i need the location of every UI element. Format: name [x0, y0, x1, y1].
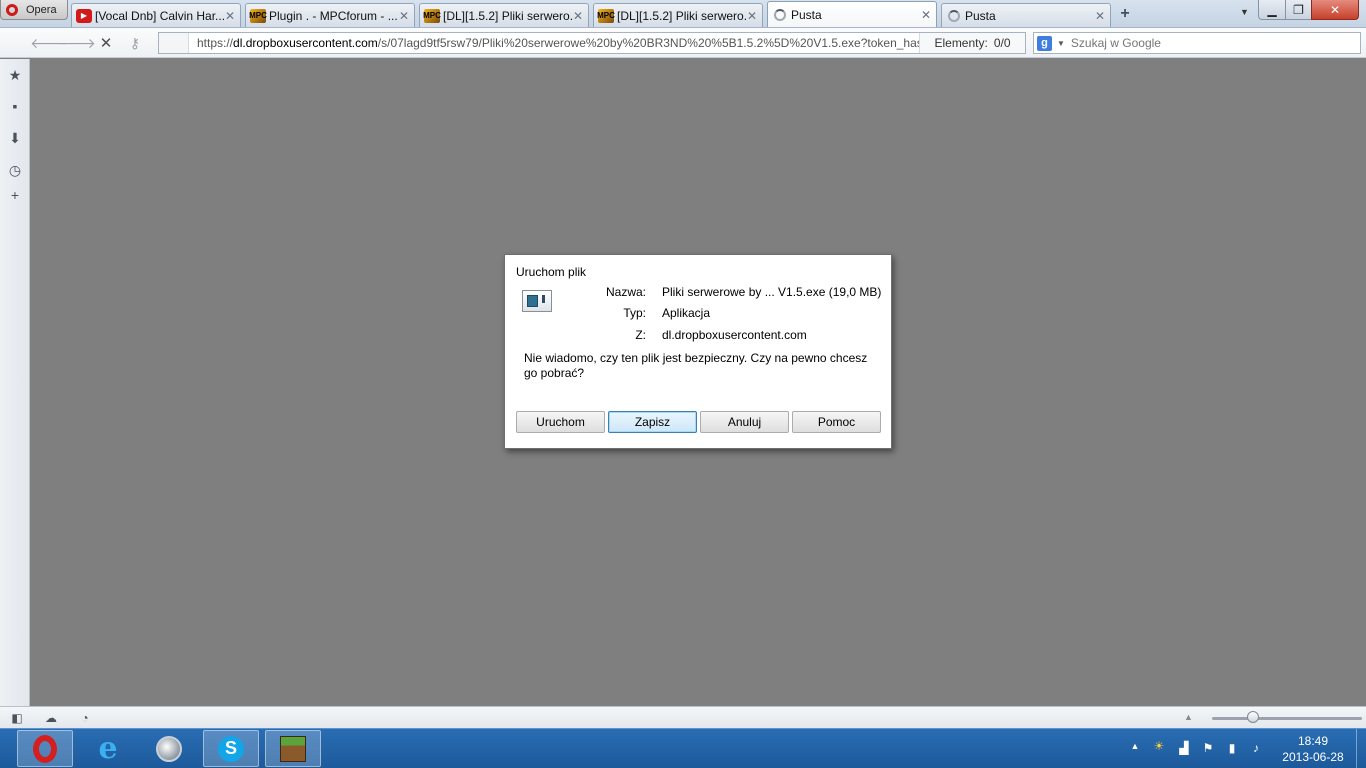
tab-title: Plugin . - MPCforum - ...: [269, 8, 398, 23]
toggle-panel-icon[interactable]: ◧: [9, 710, 25, 725]
window-close-button[interactable]: ✕: [1311, 0, 1359, 20]
status-bar: ◧ ☁ ◔ ▲: [0, 706, 1366, 728]
search-box[interactable]: g ▼: [1033, 32, 1361, 54]
address-bar[interactable]: https://dl.dropboxusercontent.com/s/07la…: [158, 32, 1026, 54]
tab-list-dropdown-icon[interactable]: ▼: [1240, 7, 1249, 17]
tab-pusta[interactable]: Pusta ✕: [941, 3, 1111, 27]
wand-key-icon[interactable]: ⚷: [126, 35, 144, 51]
new-tab-button[interactable]: +: [1118, 5, 1132, 23]
minecraft-icon: [280, 735, 306, 762]
media-player-icon: [156, 735, 182, 762]
internet-explorer-icon: e: [98, 731, 118, 766]
tray-weather-icon[interactable]: ☀: [1151, 739, 1167, 753]
loading-spinner-icon: [948, 9, 960, 22]
file-name-value: Pliki serwerowe by ... V1.5.exe (19,0 MB…: [662, 285, 882, 299]
tab-title: [Vocal Dnb] Calvin Har...: [95, 8, 224, 23]
tab-title: [DL][1.5.2] Pliki serwero...: [443, 8, 572, 23]
taskbar-opera[interactable]: [17, 730, 73, 767]
security-warning-text: Nie wiadomo, czy ten plik jest bezpieczn…: [524, 351, 868, 380]
tab-close-icon[interactable]: ✕: [920, 8, 932, 22]
mpcforum-icon: MPC: [597, 8, 615, 23]
navigation-toolbar: 🡐 🡒 ✕ ⚷ https://dl.dropboxusercontent.co…: [0, 28, 1366, 58]
file-type-label: Typ:: [623, 306, 646, 320]
help-button[interactable]: Pomoc: [792, 411, 881, 433]
notes-icon[interactable]: ▪: [7, 98, 23, 114]
back-button[interactable]: 🡐: [30, 35, 68, 51]
history-clock-icon[interactable]: ◷: [7, 162, 23, 178]
tab-title: Pusta: [791, 7, 822, 22]
mpcforum-icon: MPC: [249, 8, 267, 23]
mpcforum-icon: MPC: [423, 8, 441, 23]
tab-vocal-dnb[interactable]: ▶ [Vocal Dnb] Calvin Har... ✕: [71, 3, 241, 27]
bookmarks-star-icon[interactable]: ★: [7, 67, 23, 83]
forward-button[interactable]: 🡒: [58, 35, 96, 51]
add-panel-icon[interactable]: +: [7, 187, 23, 203]
stop-loading-button[interactable]: ✕: [97, 35, 115, 52]
run-button[interactable]: Uruchom: [516, 411, 605, 433]
loading-spinner-icon: [774, 8, 786, 21]
tab-title: Pusta: [965, 8, 996, 23]
opera-menu-button[interactable]: Opera: [0, 0, 68, 20]
search-engine-dropdown-icon[interactable]: ▼: [1057, 39, 1065, 48]
tray-battery-icon[interactable]: ▮: [1224, 741, 1240, 755]
site-info-icon[interactable]: [159, 33, 189, 53]
tab-bar: Opera ▶ [Vocal Dnb] Calvin Har... ✕ MPC …: [0, 0, 1366, 28]
dialog-title: Uruchom plik: [516, 265, 587, 279]
save-button[interactable]: Zapisz: [608, 411, 697, 433]
tab-pusta-active[interactable]: Pusta ✕: [767, 1, 937, 27]
file-source-value: dl.dropboxusercontent.com: [662, 328, 807, 342]
youtube-icon: ▶: [76, 8, 92, 23]
tab-dl-pliki-2[interactable]: MPC [DL][1.5.2] Pliki serwero... ✕: [593, 3, 763, 27]
opera-logo-icon: [6, 3, 18, 16]
skype-icon: S: [218, 735, 244, 762]
tab-close-icon[interactable]: ✕: [572, 9, 584, 23]
address-url[interactable]: https://dl.dropboxusercontent.com/s/07la…: [197, 36, 919, 50]
opera-unite-cloud-icon[interactable]: ☁: [43, 710, 59, 725]
taskbar-skype[interactable]: S: [203, 730, 259, 767]
tab-close-icon[interactable]: ✕: [224, 9, 236, 23]
taskbar-minecraft[interactable]: [265, 730, 321, 767]
tab-plugin-mpcforum[interactable]: MPC Plugin . - MPCforum - ... ✕: [245, 3, 415, 27]
opera-menu-label: Opera: [26, 3, 57, 16]
cancel-button[interactable]: Anuluj: [700, 411, 789, 433]
opera-icon: [33, 734, 57, 763]
show-desktop-button[interactable]: [1356, 729, 1366, 768]
taskbar-internet-explorer[interactable]: e: [80, 730, 136, 767]
sidebar-panel: ★ ▪ ⬇ ◷ +: [0, 59, 30, 706]
tray-clock[interactable]: 18:49 2013-06-28: [1278, 733, 1348, 765]
window-restore-button[interactable]: ❐: [1285, 0, 1312, 20]
tray-show-hidden-icon[interactable]: ▲: [1127, 741, 1143, 751]
taskbar-media-player[interactable]: [141, 730, 197, 767]
tab-close-icon[interactable]: ✕: [398, 9, 410, 23]
clock-date: 2013-06-28: [1282, 750, 1344, 764]
turbo-speedometer-icon[interactable]: ◔: [77, 710, 93, 725]
search-input[interactable]: [1070, 36, 1360, 50]
file-name-label: Nazwa:: [605, 285, 646, 299]
zoom-slider-thumb[interactable]: [1247, 711, 1259, 723]
downloads-icon[interactable]: ⬇: [7, 130, 23, 146]
file-type-value: Aplikacja: [662, 306, 711, 320]
executable-file-icon: [522, 290, 552, 312]
zoom-slider-track[interactable]: [1212, 717, 1362, 720]
tray-action-center-flag-icon[interactable]: ⚑: [1200, 741, 1216, 755]
windows-taskbar: e S ▲ ☀ ▟ ⚑ ▮ ♪ 18:49 2013-06-28: [0, 728, 1366, 768]
tab-dl-pliki-1[interactable]: MPC [DL][1.5.2] Pliki serwero... ✕: [419, 3, 589, 27]
tray-network-signal-icon[interactable]: ▟: [1176, 741, 1192, 755]
page-elements-counter: Elementy: 0/0: [919, 33, 1025, 53]
zoom-dropdown-icon[interactable]: ▲: [1184, 712, 1193, 722]
google-icon[interactable]: g: [1037, 35, 1052, 51]
clock-time: 18:49: [1297, 734, 1329, 748]
run-file-dialog: Uruchom plik Nazwa: Pliki serwerowe by .…: [504, 254, 892, 449]
tray-volume-icon[interactable]: ♪: [1248, 741, 1264, 755]
tab-close-icon[interactable]: ✕: [746, 9, 758, 23]
file-source-label: Z:: [635, 328, 646, 342]
tab-title: [DL][1.5.2] Pliki serwero...: [617, 8, 746, 23]
window-minimize-button[interactable]: ▁: [1258, 0, 1286, 20]
tab-close-icon[interactable]: ✕: [1094, 9, 1106, 23]
